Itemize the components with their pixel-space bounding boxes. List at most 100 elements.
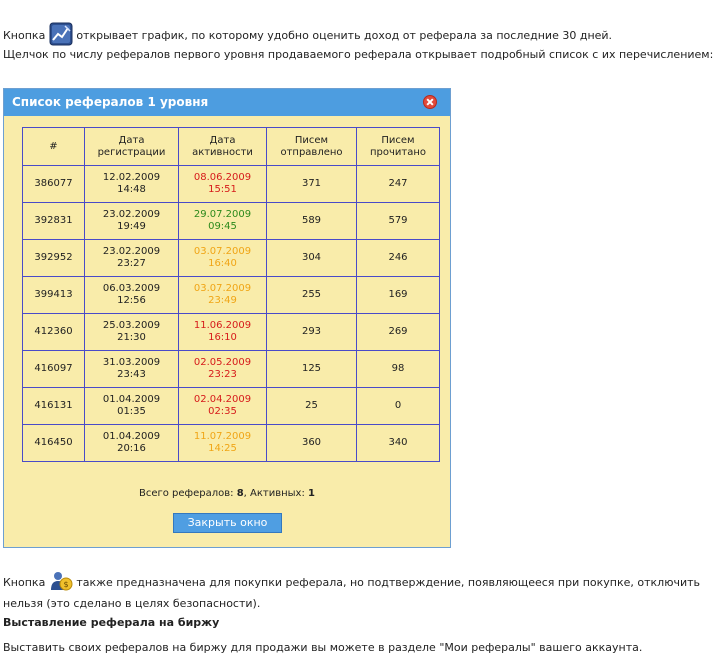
letters-read-cell: 0 — [356, 387, 440, 425]
table-row: 416131 01.04.2009 01:35 02.04.2009 02:35 25 0 — [22, 387, 440, 425]
table-row: 416097 31.03.2009 23:43 02.05.2009 23:23 125 9… — [22, 350, 440, 388]
registration-date-cell-part: 01.04.2009 — [102, 431, 161, 442]
registration-date-cell: 23.02.2009 19:49 — [84, 202, 179, 240]
table-row: 392952 23.02.2009 23:27 03.07.2009 16:40 304 2… — [22, 239, 440, 277]
activity-date-cell-part: 29.07.2009 — [193, 209, 252, 220]
registration-date-cell-part: 19:49 — [117, 221, 146, 232]
registration-date-cell-part: 14:48 — [117, 184, 146, 195]
registration-date-cell-part: 23:27 — [117, 258, 146, 269]
letters-read-cell: 269 — [356, 313, 440, 351]
activity-date-cell-part: 03.07.2009 — [193, 246, 252, 257]
activity-date-cell-part: 14:25 — [208, 443, 237, 454]
letters-read-cell-part: 340 — [388, 437, 408, 448]
letters-sent-cell-part: 589 — [301, 215, 322, 226]
activity-date-cell-part: 03.07.2009 — [193, 283, 252, 294]
exchange-paragraph: Выставить своих рефералов на биржу для п… — [3, 641, 643, 654]
activity-date-cell-part: 16:10 — [208, 332, 237, 343]
letters-sent-cell: 589 — [266, 202, 357, 240]
letters-sent-cell-part: 125 — [301, 363, 322, 374]
activity-date-cell-part: 08.06.2009 — [193, 172, 252, 183]
activity-date-cell: 11.06.2009 16:10 — [178, 313, 267, 351]
letters-read-cell: 98 — [356, 350, 440, 388]
referral-id-cell: 386077 — [22, 165, 85, 203]
referral-id-cell-part: 399413 — [34, 289, 73, 300]
registration-date-cell-part: 12:56 — [117, 295, 146, 306]
referrals-summary: Всего рефералов: 8, Активных: 1 — [4, 488, 450, 499]
letters-read-cell: 579 — [356, 202, 440, 240]
letters-sent-cell-part: 304 — [301, 252, 322, 263]
note-suffix: также предназначена для покупки реферала… — [3, 576, 701, 610]
referral-id-cell-part: 416131 — [34, 400, 73, 411]
referral-id-cell: 416131 — [22, 387, 85, 425]
activity-date-cell-part: 09:45 — [208, 221, 237, 232]
registration-date-cell-part: 23.02.2009 — [102, 209, 161, 220]
active-label: , Активных: — [243, 488, 305, 499]
intro-suffix: открывает график, по которому удобно оце… — [76, 29, 613, 42]
registration-date-cell: 23.02.2009 23:27 — [84, 239, 179, 277]
note-prefix: Кнопка — [3, 576, 46, 589]
referral-id-cell: 399413 — [22, 276, 85, 314]
activity-date-cell: 02.04.2009 02:35 — [178, 387, 267, 425]
activity-date-cell: 02.05.2009 23:23 — [178, 350, 267, 388]
letters-sent-cell: 360 — [266, 424, 357, 462]
referral-id-cell: 392831 — [22, 202, 85, 240]
col-header-activity-date: Дата активности — [178, 127, 267, 166]
close-icon[interactable] — [423, 95, 437, 109]
activity-date-cell: 03.07.2009 16:40 — [178, 239, 267, 277]
total-value: 8 — [236, 488, 244, 499]
referral-id-cell: 412360 — [22, 313, 85, 351]
registration-date-cell-part: 01:35 — [117, 406, 146, 417]
activity-date-cell-part: 23:23 — [208, 369, 237, 380]
referral-id-cell-part: 416097 — [34, 363, 73, 374]
intro-prefix: Кнопка — [3, 29, 46, 42]
active-value: 1 — [308, 488, 315, 499]
letters-sent-cell: 371 — [266, 165, 357, 203]
referral-id-cell-part: 392831 — [34, 215, 73, 226]
referrals-dialog: Список рефералов 1 уровня # Дата регистр… — [3, 88, 451, 548]
letters-read-cell-part: 247 — [388, 178, 408, 189]
registration-date-cell: 01.04.2009 20:16 — [84, 424, 179, 462]
intro-line: Кнопка открывает график, по которому удо… — [3, 22, 715, 50]
registration-date-cell-part: 20:16 — [117, 443, 146, 454]
table-row: 392831 23.02.2009 19:49 29.07.2009 09:45 589 5… — [22, 202, 440, 240]
letters-sent-cell: 25 — [266, 387, 357, 425]
letters-read-cell: 246 — [356, 239, 440, 277]
table-row: 412360 25.03.2009 21:30 11.06.2009 16:10 293 2… — [22, 313, 440, 351]
letters-sent-cell: 255 — [266, 276, 357, 314]
dialog-header: Список рефералов 1 уровня — [4, 89, 450, 116]
registration-date-cell-part: 21:30 — [117, 332, 146, 343]
letters-read-cell-part: 98 — [391, 363, 405, 374]
table-row: 399413 06.03.2009 12:56 03.07.2009 23:49 255 1… — [22, 276, 440, 314]
col-header-letters-sent: Писем отправлено — [266, 127, 357, 166]
letters-read-cell: 247 — [356, 165, 440, 203]
col-header-number: # — [22, 127, 85, 166]
total-label: Всего рефералов: — [138, 488, 234, 499]
letters-sent-cell: 125 — [266, 350, 357, 388]
letters-read-cell-part: 246 — [388, 252, 408, 263]
activity-date-cell: 11.07.2009 14:25 — [178, 424, 267, 462]
dialog-title: Список рефералов 1 уровня — [12, 95, 209, 109]
table-row: 386077 12.02.2009 14:48 08.06.2009 15:51 371 2… — [22, 165, 440, 203]
registration-date-cell-part: 12.02.2009 — [102, 172, 161, 183]
registration-date-cell-part: 25.03.2009 — [102, 320, 161, 331]
activity-date-cell-part: 23:49 — [208, 295, 237, 306]
referral-id-cell: 416097 — [22, 350, 85, 388]
referral-id-cell-part: 386077 — [34, 178, 73, 189]
letters-read-cell-part: 269 — [388, 326, 408, 337]
activity-date-cell: 03.07.2009 23:49 — [178, 276, 267, 314]
activity-date-cell-part: 11.06.2009 — [193, 320, 252, 331]
table-header-row: # Дата регистрации Дата активности Писем… — [22, 127, 440, 166]
referral-id-cell: 392952 — [22, 239, 85, 277]
registration-date-cell-part: 23.02.2009 — [102, 246, 161, 257]
letters-sent-cell-part: 25 — [305, 400, 318, 411]
activity-date-cell-part: 02:35 — [208, 406, 237, 417]
close-window-button[interactable]: Закрыть окно — [173, 513, 282, 533]
table-row: 416450 01.04.2009 20:16 11.07.2009 14:25 360 3… — [22, 424, 440, 462]
registration-date-cell-part: 06.03.2009 — [102, 283, 161, 294]
letters-read-cell: 340 — [356, 424, 440, 462]
section-heading: Выставление реферала на биржу — [3, 616, 220, 629]
svg-text:$: $ — [63, 580, 68, 589]
registration-date-cell: 01.04.2009 01:35 — [84, 387, 179, 425]
registration-date-cell: 31.03.2009 23:43 — [84, 350, 179, 388]
col-header-letters-read: Писем прочитано — [356, 127, 440, 166]
